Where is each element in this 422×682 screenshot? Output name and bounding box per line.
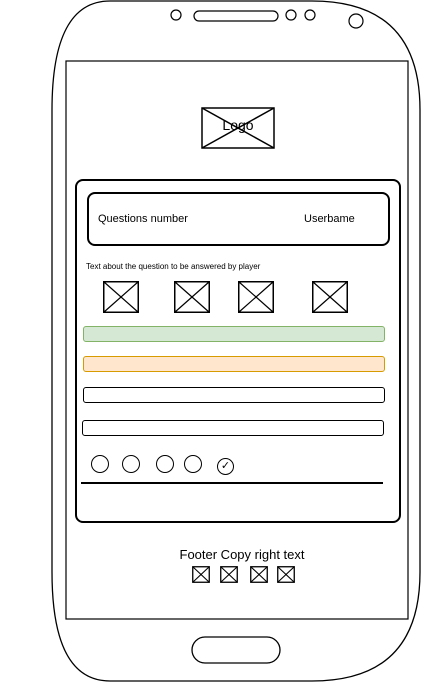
home-button bbox=[191, 636, 281, 664]
progress-dot bbox=[184, 455, 202, 473]
sensor-dot-icon bbox=[285, 9, 297, 21]
check-icon: ✓ bbox=[220, 460, 231, 472]
answer-image-placeholder-icon[interactable] bbox=[312, 281, 348, 313]
questions-number-label: Questions number bbox=[98, 213, 188, 225]
answer-image-placeholder-icon[interactable] bbox=[103, 281, 139, 313]
question-text: Text about the question to be answered b… bbox=[86, 262, 261, 271]
footer-copyright: Footer Copy right text bbox=[179, 547, 305, 562]
front-camera-icon bbox=[348, 13, 364, 29]
footer-social-icon[interactable] bbox=[220, 566, 238, 583]
sensor-dot-icon bbox=[304, 9, 316, 21]
answer-image-placeholder-icon[interactable] bbox=[238, 281, 274, 313]
footer-social-icon[interactable] bbox=[277, 566, 295, 583]
answer-option[interactable] bbox=[82, 420, 384, 436]
answer-image-placeholder-icon[interactable] bbox=[174, 281, 210, 313]
divider bbox=[81, 482, 383, 484]
username-label: Userbame bbox=[304, 213, 355, 225]
logo-label: Logo bbox=[222, 117, 254, 133]
progress-dot bbox=[156, 455, 174, 473]
answer-option[interactable] bbox=[83, 387, 385, 403]
footer-social-icon[interactable] bbox=[192, 566, 210, 583]
speaker-grille bbox=[193, 10, 279, 22]
answer-option-correct[interactable] bbox=[83, 326, 385, 342]
answer-option-wrong[interactable] bbox=[83, 356, 385, 372]
progress-dot bbox=[122, 455, 140, 473]
progress-dot-checked: ✓ bbox=[217, 458, 234, 475]
footer-social-icon[interactable] bbox=[250, 566, 268, 583]
camera-dot-icon bbox=[170, 9, 182, 21]
progress-dot bbox=[91, 455, 109, 473]
